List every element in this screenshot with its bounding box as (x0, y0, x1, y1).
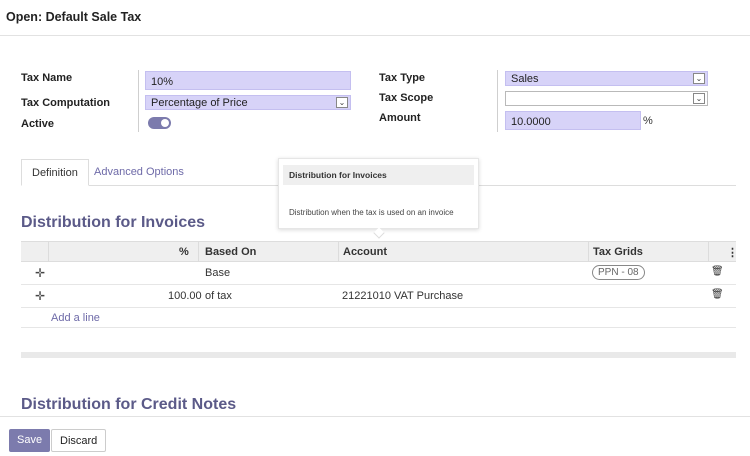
grid-footer-bar (21, 352, 736, 358)
chevron-down-icon: ⌄ (693, 73, 705, 84)
column-tax-grids[interactable]: Tax Grids (593, 246, 643, 258)
column-separator (588, 242, 589, 262)
help-tooltip: Distribution for Invoices Distribution w… (278, 158, 479, 239)
dialog-footer: Save Discard (0, 416, 750, 456)
right-field-divider (497, 70, 498, 132)
chevron-down-icon: ⌄ (336, 97, 348, 108)
column-percent[interactable]: % (179, 246, 189, 258)
toggle-knob (161, 119, 169, 127)
amount-input[interactable]: 10.0000 (505, 111, 641, 130)
left-field-divider (138, 70, 139, 132)
tax-computation-value: Percentage of Price (151, 97, 248, 109)
amount-unit: % (643, 115, 653, 127)
chevron-down-icon: ⌄ (693, 93, 705, 104)
column-separator (338, 242, 339, 262)
credit-notes-section-title: Distribution for Credit Notes (21, 396, 237, 413)
active-label: Active (21, 118, 55, 130)
table-row[interactable]: ✛ 100.00 of tax 21221010 VAT Purchase 🗑 (21, 285, 736, 308)
tax-scope-label: Tax Scope (379, 92, 434, 104)
column-account[interactable]: Account (343, 246, 387, 258)
dialog-title: Open: Default Sale Tax (6, 10, 142, 24)
percent-cell: 100.00 (168, 290, 202, 302)
grid-header: % Based On Account Tax Grids ⋮ (21, 241, 738, 262)
dialog-header: Open: Default Sale Tax (0, 0, 750, 36)
tooltip-arrow (373, 227, 385, 239)
tax-name-label: Tax Name (21, 72, 73, 84)
tax-type-label: Tax Type (379, 72, 426, 84)
column-options-icon[interactable]: ⋮ (727, 246, 738, 259)
column-separator (198, 242, 199, 262)
column-separator (48, 242, 49, 262)
invoices-section-title: Distribution for Invoices (21, 214, 206, 231)
column-based-on[interactable]: Based On (205, 246, 256, 258)
trash-icon[interactable]: 🗑 (711, 266, 724, 277)
save-button[interactable]: Save (9, 429, 51, 452)
add-line-link[interactable]: Add a line (51, 312, 100, 324)
tab-definition[interactable]: Definition (21, 159, 89, 186)
drag-handle-icon[interactable]: ✛ (35, 289, 45, 303)
tax-computation-label: Tax Computation (21, 97, 111, 109)
based-on-cell: of tax (205, 290, 232, 302)
add-line-row: Add a line (21, 308, 736, 328)
tab-advanced-options[interactable]: Advanced Options (84, 159, 194, 186)
amount-label: Amount (379, 112, 421, 124)
account-cell: 21221010 VAT Purchase (342, 290, 464, 302)
discard-button[interactable]: Discard (51, 429, 107, 452)
table-row[interactable]: ✛ Base PPN - 08 🗑 (21, 262, 736, 285)
based-on-cell: Base (205, 267, 231, 279)
active-toggle[interactable] (148, 117, 171, 129)
invoices-grid: % Based On Account Tax Grids ⋮ ✛ Base PP… (21, 241, 738, 328)
tax-computation-select[interactable]: Percentage of Price ⌄ (145, 95, 351, 110)
tax-type-value: Sales (511, 73, 539, 85)
tax-name-input[interactable]: 10% (145, 71, 351, 90)
tooltip-body: Distribution when the tax is used on an … (289, 208, 454, 217)
tax-grid-tag: PPN - 08 (592, 265, 645, 280)
tax-scope-select[interactable]: ⌄ (505, 91, 708, 106)
tooltip-title: Distribution for Invoices (283, 165, 474, 185)
column-separator (708, 242, 709, 262)
trash-icon[interactable]: 🗑 (711, 289, 724, 300)
drag-handle-icon[interactable]: ✛ (35, 266, 45, 280)
tax-type-select[interactable]: Sales ⌄ (505, 71, 708, 86)
